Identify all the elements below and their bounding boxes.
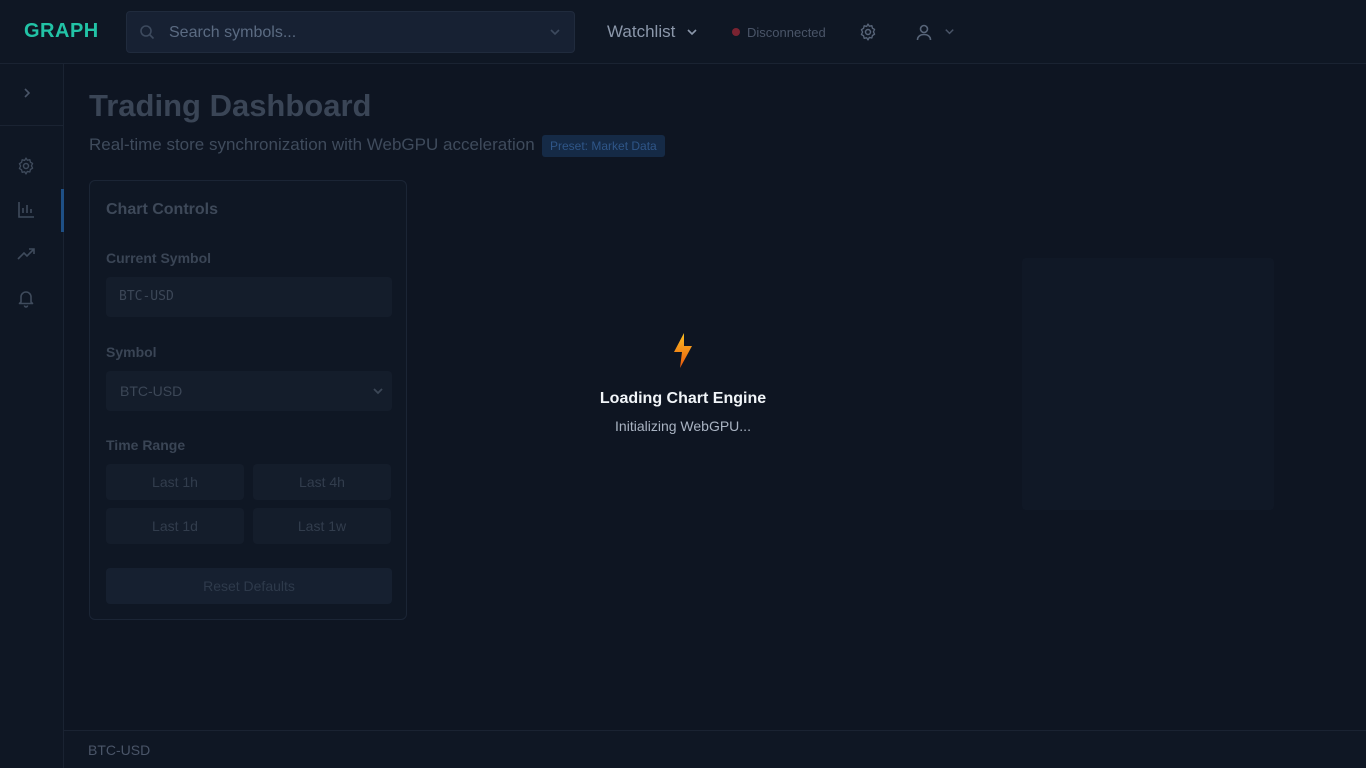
loading-indicator: Loading Chart Engine Initializing WebGPU… bbox=[583, 333, 783, 443]
time-range-label: Time Range bbox=[106, 437, 186, 453]
top-bar: GRAPH Search symbols... Watchlist Discon… bbox=[0, 0, 1366, 64]
sidebar-divider bbox=[0, 125, 63, 126]
chevron-down-icon[interactable] bbox=[943, 25, 956, 38]
loading-title: Loading Chart Engine bbox=[599, 390, 767, 407]
status-footer: BTC-USD bbox=[64, 730, 1366, 768]
chevron-down-icon[interactable] bbox=[548, 25, 562, 39]
loading-subtitle: Initializing WebGPU... bbox=[615, 418, 751, 434]
current-symbol-label: Current Symbol bbox=[106, 250, 212, 266]
reset-defaults-button[interactable]: Reset Defaults bbox=[106, 568, 392, 604]
preset-badge: Preset: Market Data bbox=[542, 135, 665, 157]
chart-controls-panel: Chart Controls Current Symbol BTC-USD Sy… bbox=[89, 180, 407, 620]
trending-up-icon[interactable] bbox=[16, 244, 36, 264]
footer-symbol: BTC-USD bbox=[88, 742, 151, 758]
symbol-select[interactable]: BTC-USD bbox=[106, 371, 392, 411]
lightning-bolt-icon bbox=[674, 333, 692, 368]
chart-placeholder bbox=[1022, 258, 1274, 510]
sidebar bbox=[0, 64, 64, 768]
search-icon bbox=[140, 25, 155, 40]
status-dot bbox=[732, 28, 740, 36]
symbol-search[interactable]: Search symbols... bbox=[126, 11, 575, 53]
gear-icon[interactable] bbox=[16, 156, 36, 176]
page-title: Trading Dashboard bbox=[89, 88, 372, 123]
watchlist-button[interactable]: Watchlist bbox=[607, 22, 675, 42]
chevron-down-icon[interactable] bbox=[685, 25, 699, 39]
search-input[interactable]: Search symbols... bbox=[169, 24, 296, 42]
range-button-1h[interactable]: Last 1h bbox=[106, 464, 244, 500]
range-button-4h[interactable]: Last 4h bbox=[253, 464, 391, 500]
bell-icon[interactable] bbox=[16, 288, 36, 308]
symbol-select-value: BTC-USD bbox=[120, 383, 183, 399]
sidebar-active-indicator bbox=[61, 189, 64, 232]
status-text: Disconnected bbox=[747, 24, 826, 40]
gear-icon[interactable] bbox=[858, 22, 878, 42]
page-subtitle: Real-time store synchronization with Web… bbox=[89, 135, 535, 154]
range-button-1w[interactable]: Last 1w bbox=[253, 508, 391, 544]
connection-status: Disconnected bbox=[732, 24, 826, 40]
user-icon[interactable] bbox=[915, 23, 933, 41]
chevron-right-icon[interactable] bbox=[20, 86, 34, 100]
current-symbol-field: BTC-USD bbox=[106, 277, 392, 317]
symbol-label: Symbol bbox=[106, 344, 157, 360]
range-button-1d[interactable]: Last 1d bbox=[106, 508, 244, 544]
app-logo[interactable]: GRAPH bbox=[24, 20, 99, 43]
chevron-down-icon bbox=[373, 388, 383, 395]
bar-chart-icon[interactable] bbox=[16, 200, 36, 220]
panel-title: Chart Controls bbox=[106, 201, 218, 218]
